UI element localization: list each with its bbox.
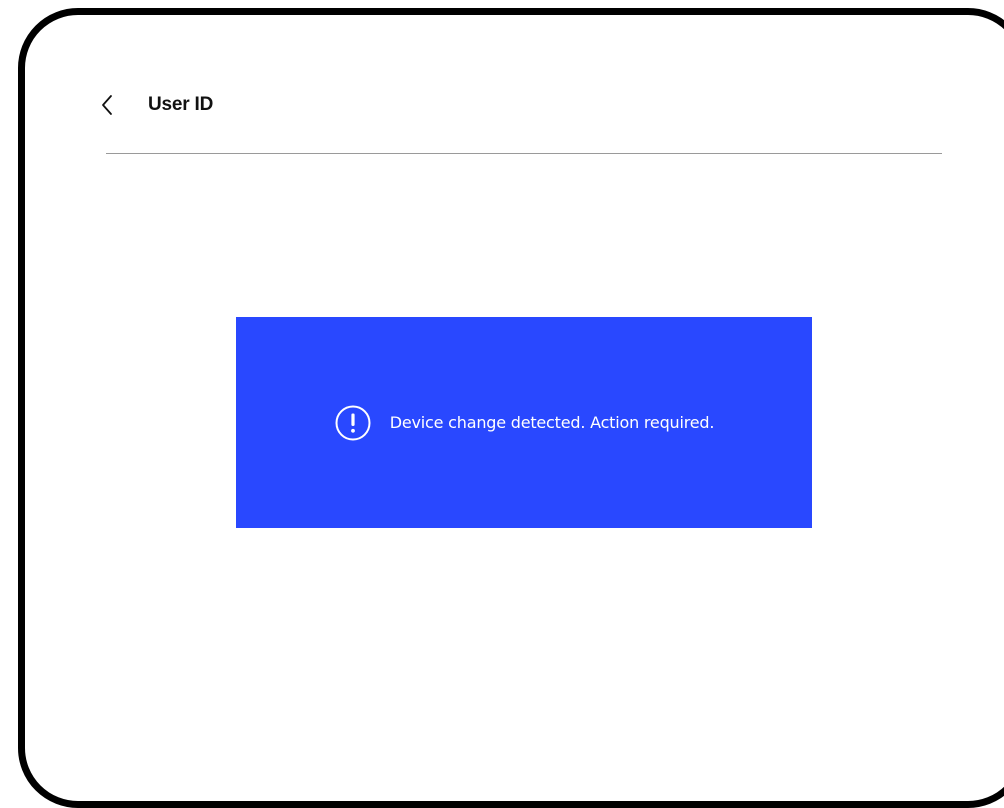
exclamation-circle-icon: [334, 404, 372, 442]
chevron-left-icon: [102, 95, 112, 115]
back-button[interactable]: [100, 90, 124, 120]
header-divider: [106, 153, 942, 154]
header: User ID: [100, 88, 213, 122]
alert-message: Device change detected. Action required.: [389, 413, 715, 432]
device-change-alert[interactable]: Device change detected. Action required.: [236, 317, 812, 528]
page-title: User ID: [148, 94, 214, 115]
